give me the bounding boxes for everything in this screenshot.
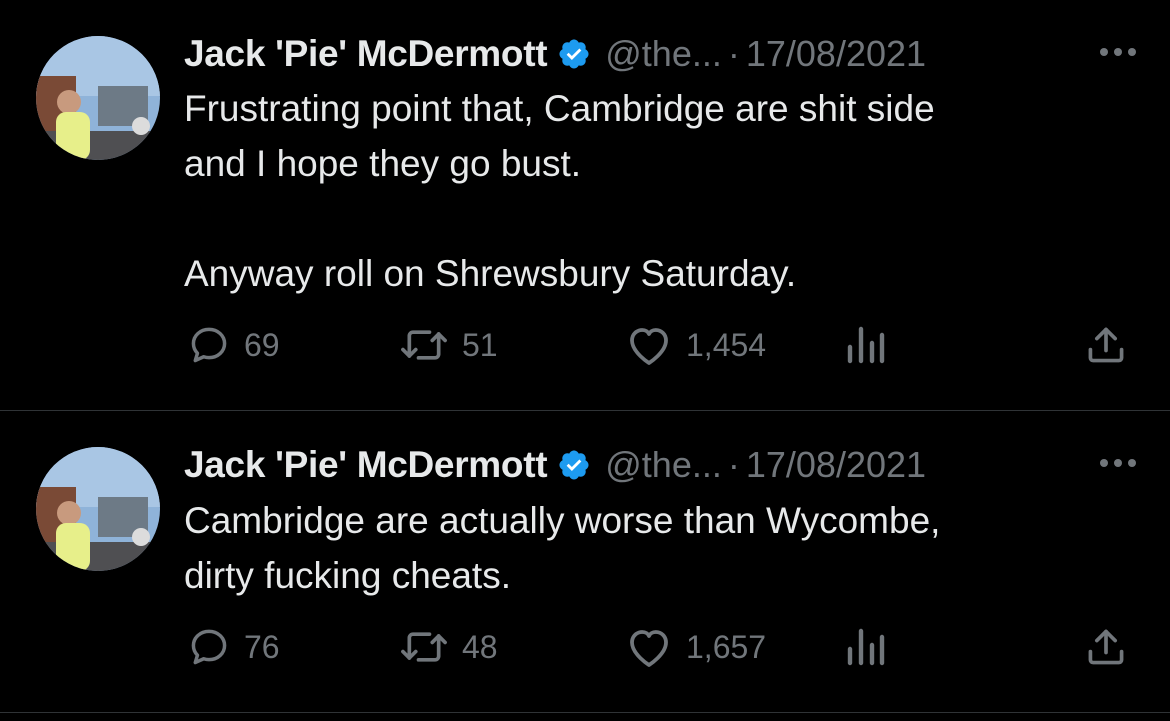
reply-icon [186,323,232,367]
tweet[interactable]: Jack 'Pie' McDermott @the... · 17/08/202… [0,0,1170,410]
action-bar: 69 51 1,454 [184,323,1134,367]
reply-button[interactable]: 76 [186,625,280,669]
reply-icon [186,625,232,669]
like-button[interactable]: 1,454 [624,323,766,367]
heart-icon [624,625,674,669]
tweet-date[interactable]: 17/08/2021 [746,33,926,75]
like-count: 1,657 [686,628,767,665]
more-options-icon[interactable] [1096,455,1140,471]
share-icon [1084,625,1128,669]
reply-button[interactable]: 69 [186,323,280,367]
share-button[interactable] [1084,323,1128,367]
tweet-text: Cambridge are actually worse than Wycomb… [184,500,941,596]
tweet-header: Jack 'Pie' McDermott @the... · 17/08/202… [184,443,1140,487]
display-name[interactable]: Jack 'Pie' McDermott [184,444,548,486]
verified-badge-icon [557,37,591,71]
views-button[interactable] [846,323,886,367]
retweet-count: 51 [462,326,498,363]
retweet-icon [398,323,450,367]
tweet[interactable]: Jack 'Pie' McDermott @the... · 17/08/202… [0,411,1170,711]
like-count: 1,454 [686,326,767,363]
heart-icon [624,323,674,367]
share-icon [1084,323,1128,367]
tweet-header: Jack 'Pie' McDermott @the... · 17/08/202… [184,32,1140,76]
share-button[interactable] [1084,625,1128,669]
reply-count: 76 [244,628,280,665]
retweet-button[interactable]: 48 [398,625,498,669]
tweet-divider [0,712,1170,713]
views-chart-icon [846,625,886,669]
avatar[interactable] [36,447,160,571]
tweet-date[interactable]: 17/08/2021 [746,444,926,486]
user-handle[interactable]: @the... [605,33,722,75]
display-name[interactable]: Jack 'Pie' McDermott [184,33,548,75]
retweet-button[interactable]: 51 [398,323,498,367]
action-bar: 76 48 1,657 [184,625,1134,669]
reply-count: 69 [244,326,280,363]
tweet-text: Frustrating point that, Cambridge are sh… [184,88,935,294]
user-handle[interactable]: @the... [605,444,722,486]
retweet-count: 48 [462,628,498,665]
avatar[interactable] [36,36,160,160]
like-button[interactable]: 1,657 [624,625,766,669]
verified-badge-icon [557,448,591,482]
retweet-icon [398,625,450,669]
separator-dot: · [727,33,740,74]
separator-dot: · [727,444,740,485]
more-options-icon[interactable] [1096,44,1140,60]
views-chart-icon [846,323,886,367]
views-button[interactable] [846,625,886,669]
